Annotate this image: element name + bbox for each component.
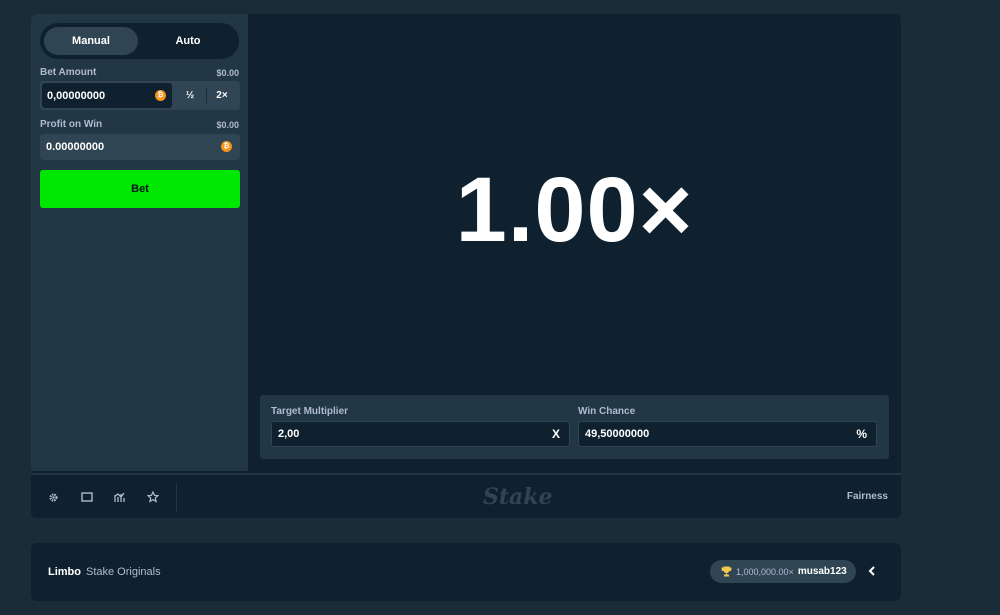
half-bet-button[interactable]: ½ bbox=[174, 83, 206, 108]
stats-icon[interactable] bbox=[113, 490, 127, 504]
profit-usd: $0.00 bbox=[216, 120, 239, 130]
target-multiplier-label: Target Multiplier bbox=[271, 406, 349, 417]
win-chance-label: Win Chance bbox=[578, 406, 636, 417]
target-multiplier-input[interactable]: 2,00 X bbox=[271, 421, 570, 447]
bet-amount-label: Bet Amount bbox=[40, 67, 97, 78]
record-username: musab123 bbox=[797, 566, 847, 577]
game-footer: Stake Fairness bbox=[31, 473, 901, 518]
win-chance-input[interactable]: 49,50000000 % bbox=[578, 421, 877, 447]
profit-label: Profit on Win bbox=[40, 119, 103, 130]
stake-logo: Stake bbox=[483, 484, 553, 510]
profit-on-win-field: 0.00000000 ₿ bbox=[40, 134, 240, 160]
bet-sidebar: Manual Auto Bet Amount $0.00 0,00000000 … bbox=[31, 14, 248, 471]
game-provider-link[interactable]: Stake Originals bbox=[86, 566, 161, 578]
result-multiplier: 1.00× bbox=[455, 159, 694, 261]
record-multiplier: 1,000,000.00× bbox=[736, 566, 794, 577]
chevron-left-icon[interactable] bbox=[867, 564, 879, 578]
auto-tab[interactable]: Auto bbox=[141, 27, 235, 55]
mode-toggle: Manual Auto bbox=[40, 23, 239, 59]
bet-amount-input[interactable]: 0,00000000 ₿ bbox=[42, 83, 172, 108]
fairness-link[interactable]: Fairness bbox=[847, 491, 888, 502]
manual-tab[interactable]: Manual bbox=[44, 27, 138, 55]
multiplier-x-suffix: X bbox=[551, 427, 560, 441]
win-chance-value: 49,50000000 bbox=[585, 428, 650, 440]
footer-divider bbox=[176, 484, 177, 512]
bet-amount-value: 0,00000000 bbox=[47, 89, 106, 102]
game-name: Limbo bbox=[48, 566, 81, 578]
percent-suffix: % bbox=[856, 427, 867, 441]
gear-icon[interactable] bbox=[46, 490, 60, 504]
theatre-mode-icon[interactable] bbox=[80, 490, 94, 504]
favourite-star-icon[interactable] bbox=[146, 490, 160, 504]
bitcoin-icon: ₿ bbox=[155, 90, 166, 101]
record-badge[interactable]: 1,000,000.00× musab123 bbox=[710, 560, 856, 583]
double-bet-button[interactable]: 2× bbox=[206, 83, 238, 108]
bitcoin-icon: ₿ bbox=[221, 141, 232, 152]
profit-value: 0.00000000 bbox=[46, 141, 105, 153]
bet-amount-usd: $0.00 bbox=[216, 68, 239, 78]
game-info-bar: Limbo Stake Originals 1,000,000.00× musa… bbox=[31, 543, 901, 601]
target-panel: Target Multiplier 2,00 X Win Chance 49,5… bbox=[260, 395, 889, 459]
game-panel: Manual Auto Bet Amount $0.00 0,00000000 … bbox=[31, 14, 901, 518]
bet-amount-row: 0,00000000 ₿ ½ 2× bbox=[40, 81, 240, 110]
bet-button[interactable]: Bet bbox=[40, 170, 240, 208]
target-multiplier-value: 2,00 bbox=[278, 428, 300, 440]
trophy-icon bbox=[721, 566, 732, 577]
